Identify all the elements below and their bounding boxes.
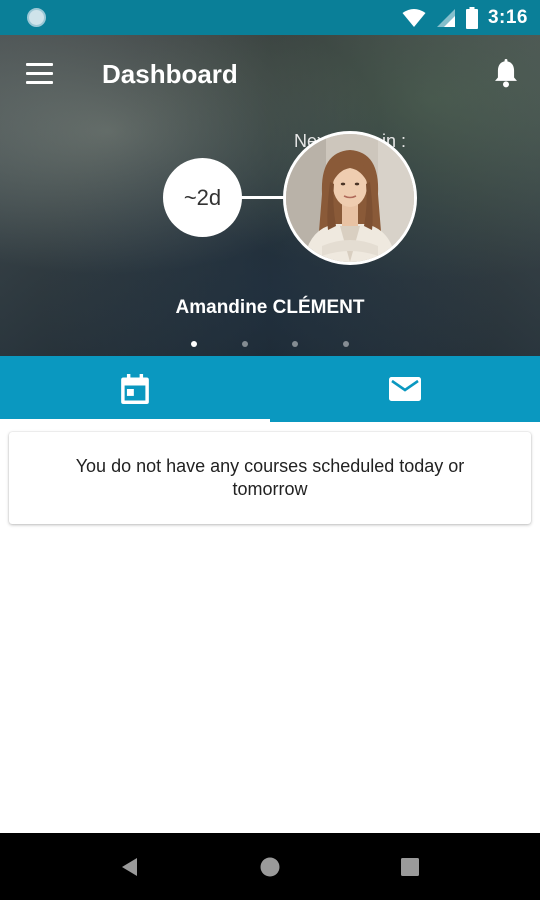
- countdown-badge: ~2d: [163, 158, 242, 237]
- empty-schedule-message: You do not have any courses scheduled to…: [75, 456, 465, 499]
- recents-icon: [401, 857, 419, 876]
- calendar-icon: [121, 374, 149, 404]
- back-icon: [122, 857, 137, 876]
- pager-dot[interactable]: [242, 341, 248, 347]
- empty-schedule-card: You do not have any courses scheduled to…: [9, 432, 531, 524]
- home-icon: [260, 857, 280, 876]
- status-time: 3:16: [487, 6, 528, 28]
- status-icons: 3:16: [402, 0, 528, 35]
- mail-icon: [389, 377, 421, 401]
- teacher-name: Amandine CLÉMENT: [175, 297, 365, 318]
- notification-dot-icon: [27, 8, 46, 27]
- page-title: Dashboard: [102, 59, 238, 89]
- system-nav-bar: [0, 833, 540, 900]
- pager-dot[interactable]: [191, 341, 197, 347]
- teacher-avatar[interactable]: [283, 131, 417, 265]
- status-bar: 3:16: [0, 0, 540, 35]
- signal-icon: [436, 8, 455, 27]
- home-button[interactable]: [250, 847, 290, 887]
- pager-dot[interactable]: [292, 341, 298, 347]
- dashboard-header: Dashboard Next class in : ~2d: [0, 35, 540, 356]
- notification-bell-icon[interactable]: [492, 59, 520, 89]
- menu-icon[interactable]: [26, 63, 54, 85]
- recents-button[interactable]: [390, 847, 430, 887]
- connector-line: [240, 196, 288, 199]
- pager-dot[interactable]: [343, 341, 349, 347]
- battery-icon: [465, 6, 478, 29]
- wifi-icon: [402, 8, 426, 27]
- tab-calendar[interactable]: [0, 356, 270, 422]
- tab-bar: [0, 356, 540, 422]
- tab-messages[interactable]: [270, 356, 540, 422]
- back-button[interactable]: [110, 847, 150, 887]
